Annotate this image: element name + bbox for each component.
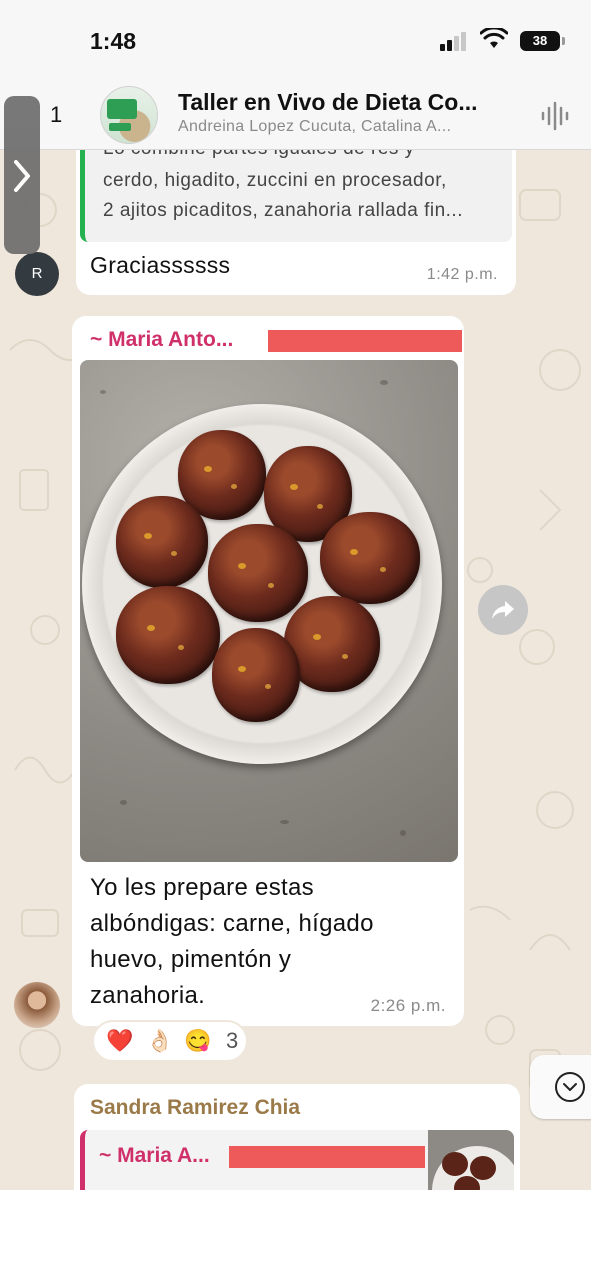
message-bubble-graciass[interactable]: Lo combiné partes iguales de res y cerdo…: [76, 130, 516, 295]
avatar[interactable]: [14, 982, 60, 1028]
wifi-icon: [479, 26, 509, 55]
bottom-blank-area: [0, 1190, 591, 1280]
quoted-message[interactable]: ~ Maria A...: [80, 1130, 514, 1190]
message-time: 1:42 p.m.: [426, 266, 498, 283]
chevron-down-icon: [555, 1072, 585, 1102]
cellular-signal-icon: [440, 32, 468, 51]
group-avatar[interactable]: [100, 86, 158, 144]
chat-screen: 1:48 38 1 Taller en Vivo de Dieta Co... …: [0, 0, 591, 1190]
meatball: [320, 512, 420, 604]
sender-name[interactable]: Sandra Ramirez Chia: [90, 1096, 300, 1120]
caption-line: albóndigas: carne, hígado: [90, 910, 374, 937]
food-photo[interactable]: [80, 360, 458, 862]
quoted-sender: ~ Maria A...: [99, 1144, 210, 1167]
reactions-bar[interactable]: ❤️ 👌🏻 😋 3: [92, 1020, 248, 1062]
chat-title[interactable]: Taller en Vivo de Dieta Co...: [178, 89, 523, 116]
chat-header: 1 Taller en Vivo de Dieta Co... Andreina…: [0, 80, 591, 150]
message-text: Graciassssss: [90, 252, 231, 278]
status-bar: 1:48 38: [0, 0, 591, 80]
meatball: [208, 524, 308, 622]
message-bubble-sandra[interactable]: Sandra Ramirez Chia ~ Maria A...: [74, 1084, 520, 1190]
status-time: 1:48: [90, 28, 137, 54]
scroll-to-bottom-button[interactable]: [530, 1055, 591, 1119]
message-bubble-photo[interactable]: ~ Maria Anto... Yo les prepare estas alb…: [72, 316, 464, 1026]
meatball: [212, 628, 300, 722]
reaction-yum: 😋: [184, 1028, 212, 1053]
avatar[interactable]: R: [15, 252, 59, 296]
quoted-line: cerdo, higadito, zuccini en procesador,: [103, 170, 447, 191]
redaction-bar: [229, 1146, 425, 1168]
chat-members[interactable]: Andreina Lopez Cucuta, Catalina A...: [178, 118, 518, 136]
caption-line: Yo les prepare estas: [90, 874, 314, 901]
sender-name[interactable]: ~ Maria Anto...: [90, 328, 233, 352]
redaction-bar: [268, 330, 462, 352]
chevron-right-icon: [14, 160, 30, 192]
message-time: 2:26 p.m.: [370, 996, 446, 1015]
battery-indicator: 38: [520, 31, 565, 51]
quoted-photo-thumbnail: [428, 1130, 514, 1190]
forward-arrow-icon: [492, 601, 514, 619]
reaction-count: 3: [226, 1028, 239, 1053]
reaction-heart: ❤️: [106, 1028, 134, 1053]
quoted-line: 2 ajitos picaditos, zanahoria rallada fi…: [103, 200, 463, 221]
side-panel-tab[interactable]: [4, 96, 40, 254]
caption-line: huevo, pimentón y: [90, 946, 292, 973]
reaction-ok-hand: 👌🏻: [146, 1028, 174, 1053]
forward-button[interactable]: [478, 585, 528, 635]
meatball: [116, 586, 220, 684]
audio-waveform-icon[interactable]: [540, 100, 570, 137]
back-unread-count[interactable]: 1: [50, 102, 62, 128]
meatball: [116, 496, 208, 588]
caption-line: zanahoria.: [90, 982, 206, 1009]
